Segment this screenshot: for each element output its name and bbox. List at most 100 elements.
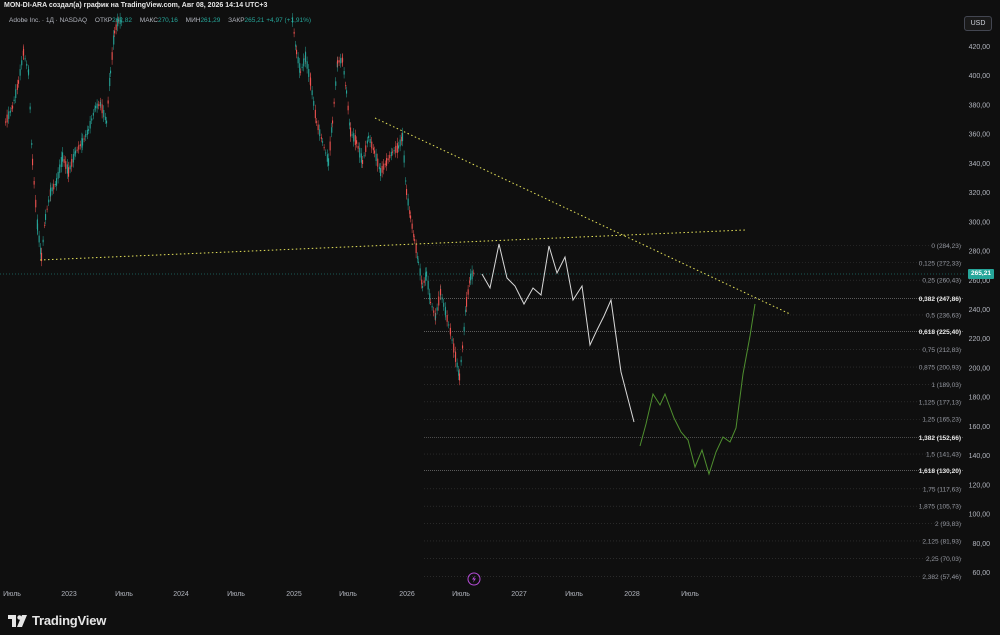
- candle-body: [113, 35, 115, 45]
- candle-body: [430, 301, 432, 303]
- fib-level-label: 0,125 (272,33): [919, 260, 961, 267]
- candle-body: [78, 145, 80, 150]
- candle-body: [44, 224, 46, 226]
- candle-body: [427, 280, 429, 290]
- candle-body: [23, 48, 25, 56]
- fib-level-label: 2,382 (57,46): [922, 574, 961, 581]
- candle-body: [19, 69, 21, 76]
- candle-body: [115, 24, 117, 30]
- candle-body: [418, 261, 420, 263]
- candle-body: [365, 145, 367, 152]
- price-chart[interactable]: 0 (284,23) 0,125 (272,33) 0,25 (260,43) 0,3…: [0, 12, 1000, 609]
- candle-body: [316, 121, 318, 123]
- fib-level-label: 1 (189,03): [931, 382, 961, 389]
- candle-body: [333, 101, 335, 104]
- close-label: ЗАКР: [228, 17, 245, 24]
- high-label: МАКС: [139, 17, 158, 24]
- candle-body: [363, 155, 365, 157]
- price-axis-label: 100,00: [969, 512, 991, 519]
- candle-body: [329, 141, 331, 151]
- candle-body: [322, 141, 324, 143]
- candle-body: [357, 146, 359, 149]
- candle-body: [448, 324, 450, 326]
- candle-body: [15, 89, 17, 98]
- fib-level-label: 0,25 (260,43): [922, 278, 961, 285]
- candle-body: [317, 124, 319, 131]
- open-value: 262,82: [112, 17, 132, 24]
- candle-body: [340, 58, 342, 64]
- candle-body: [71, 158, 73, 167]
- tradingview-logo-icon: [8, 614, 27, 627]
- symbol-legend[interactable]: Adobe Inc. · 1Д · NASDAQ ОТКР262,82 МАКС…: [9, 17, 311, 24]
- candle-body: [343, 71, 345, 75]
- low-label: МИН: [185, 17, 201, 24]
- candle-body: [42, 239, 44, 243]
- time-axis-label: Июль: [452, 591, 470, 598]
- candle-body: [101, 104, 103, 114]
- candle-body: [349, 122, 351, 126]
- price-axis-label: 200,00: [969, 365, 991, 372]
- candle-body: [342, 58, 344, 62]
- fib-level-label: 0,382 (247,86): [919, 296, 961, 303]
- candle-body: [378, 166, 380, 170]
- price-axis-label: 380,00: [969, 102, 991, 109]
- candle-body: [31, 143, 33, 145]
- candle-body: [110, 70, 112, 74]
- candle-body: [51, 187, 53, 192]
- price-axis-label: 400,00: [969, 73, 991, 80]
- open-label: ОТКР: [94, 17, 113, 24]
- candle-body: [109, 77, 111, 87]
- candle-body: [323, 147, 325, 149]
- candle-body: [456, 362, 458, 368]
- candle-body: [299, 63, 301, 73]
- high-value: 270,16: [157, 17, 178, 24]
- candle-body: [57, 171, 59, 179]
- fib-level-label: 1,5 (141,43): [926, 452, 961, 459]
- candle-body: [387, 158, 389, 161]
- candle-body: [470, 273, 472, 281]
- candle-body: [450, 331, 452, 333]
- candle-body: [79, 144, 81, 147]
- candle-body: [50, 187, 52, 197]
- candle-body: [356, 140, 358, 144]
- candle-body: [331, 127, 333, 133]
- candle-body: [369, 138, 371, 144]
- candle-body: [417, 256, 419, 260]
- candle-body: [375, 153, 377, 161]
- candle-body: [33, 180, 35, 185]
- tradingview-logo[interactable]: TradingView: [8, 613, 106, 628]
- candle-body: [380, 168, 382, 176]
- candle-body: [300, 71, 302, 73]
- candle-body: [62, 152, 64, 162]
- candle-body: [446, 314, 448, 322]
- candle-body: [103, 110, 105, 118]
- candle-body: [443, 302, 445, 307]
- candle-body: [91, 118, 93, 121]
- fib-level-label: 1,125 (177,13): [919, 399, 961, 406]
- currency-button[interactable]: USD: [964, 16, 992, 31]
- candle-body: [423, 280, 425, 283]
- price-axis-label: 140,00: [969, 453, 991, 460]
- fib-level-label: 1,618 (130,20): [919, 468, 961, 475]
- candle-body: [426, 271, 428, 277]
- candle-body: [310, 78, 312, 86]
- candle-body: [28, 69, 30, 75]
- candle-body: [453, 343, 455, 353]
- candle-body: [350, 127, 352, 137]
- candle-body: [303, 58, 305, 67]
- candle-body: [328, 158, 330, 166]
- price-axis-label: 360,00: [969, 132, 991, 139]
- candle-body: [325, 152, 327, 154]
- chart-background: [0, 12, 1000, 609]
- candle-body: [54, 183, 56, 185]
- candle-body: [38, 235, 40, 243]
- price-axis-label: 60,00: [972, 570, 990, 577]
- tradingview-brand: TradingView: [32, 613, 107, 628]
- candle-body: [56, 178, 58, 186]
- candle-body: [46, 208, 48, 210]
- candle-body: [37, 223, 39, 231]
- candle-body: [406, 188, 408, 196]
- candle-body: [338, 60, 340, 63]
- candle-body: [66, 164, 68, 174]
- candle-body: [75, 150, 77, 154]
